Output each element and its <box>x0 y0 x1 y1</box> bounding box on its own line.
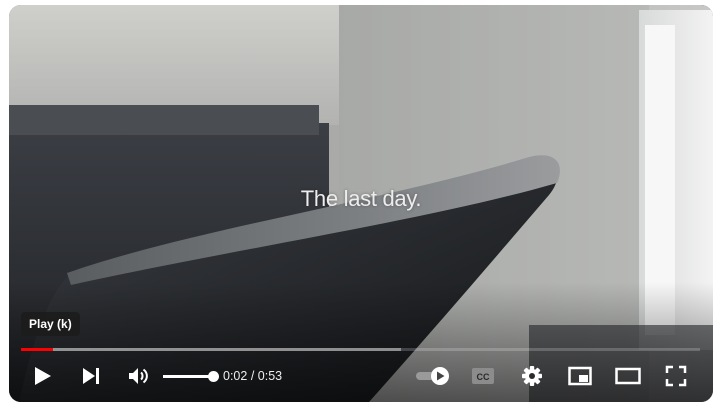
controls-bar: 0:02 / 0:53 CC <box>9 356 713 396</box>
next-icon <box>83 368 99 384</box>
cc-icon: CC <box>472 368 494 384</box>
time-display: 0:02 / 0:53 <box>223 356 282 396</box>
play-icon <box>35 367 51 385</box>
fullscreen-button[interactable] <box>658 356 694 396</box>
miniplayer-icon <box>568 366 592 386</box>
volume-icon <box>129 368 148 384</box>
autoplay-toggle-icon <box>416 367 449 385</box>
settings-button[interactable] <box>514 356 550 396</box>
theater-mode-icon <box>615 367 641 385</box>
mute-button[interactable] <box>121 356 157 396</box>
theater-mode-button[interactable] <box>610 356 646 396</box>
progress-loaded <box>21 348 402 351</box>
svg-text:CC: CC <box>477 372 490 382</box>
video-caption: The last day. <box>300 186 422 211</box>
volume-knob[interactable] <box>208 371 219 382</box>
gear-icon <box>522 366 542 386</box>
duration: 0:53 <box>257 369 283 383</box>
next-button[interactable] <box>73 356 109 396</box>
autoplay-toggle[interactable] <box>413 356 453 396</box>
fullscreen-icon <box>665 365 687 387</box>
video-player[interactable]: The last day. Play (k) 0:02 / 0:53 CC <box>9 5 713 402</box>
subtitles-button[interactable]: CC <box>465 356 501 396</box>
current-time: 0:02 <box>223 369 248 383</box>
miniplayer-button[interactable] <box>562 356 598 396</box>
time-separator: / <box>247 369 258 383</box>
progress-bar[interactable] <box>21 348 700 351</box>
play-button[interactable] <box>25 356 61 396</box>
volume-slider[interactable] <box>163 371 219 382</box>
play-tooltip: Play (k) <box>21 312 80 336</box>
progress-played <box>21 348 53 351</box>
volume-fill <box>163 375 213 378</box>
